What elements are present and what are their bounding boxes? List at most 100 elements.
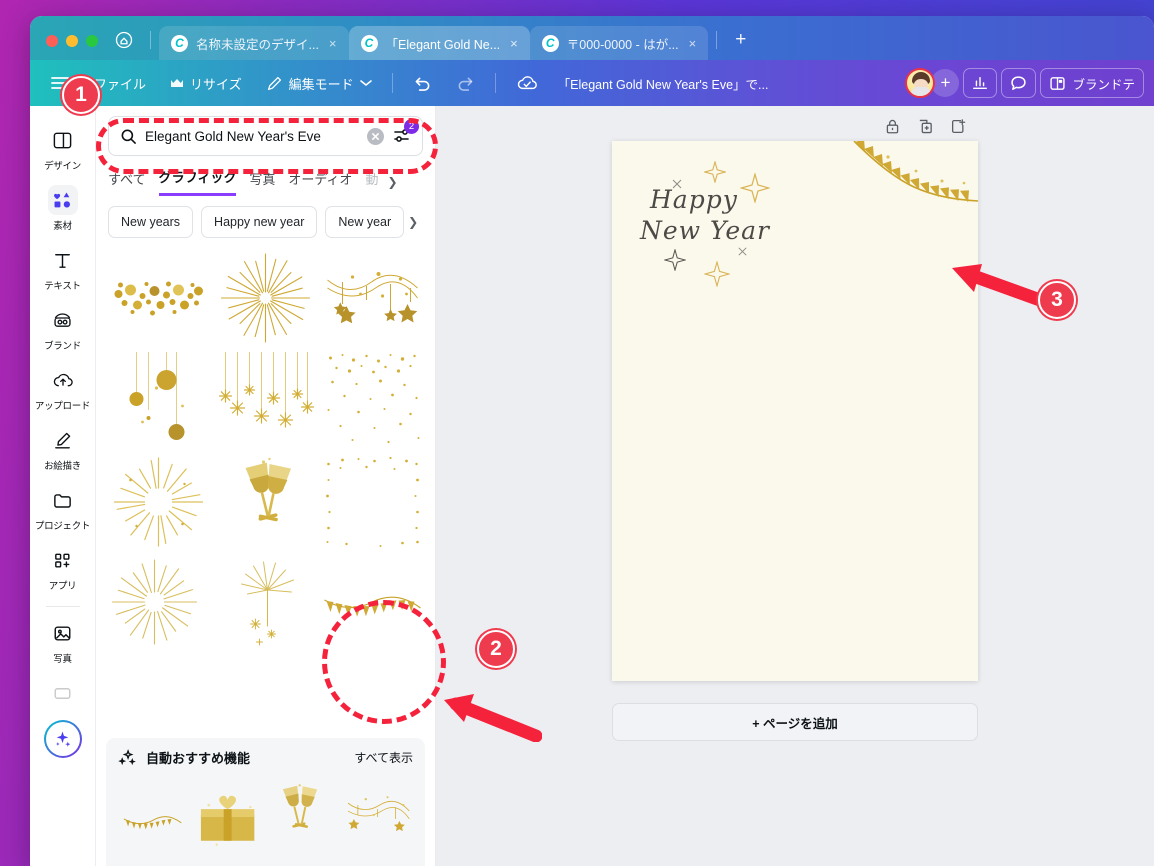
sidebar-item-apps-label: アプリ: [48, 581, 77, 592]
tab-photos[interactable]: 写真: [249, 169, 275, 195]
browser-window: C 名称未設定のデザイ... × C 「Elegant Gold Ne... ×…: [30, 16, 1154, 866]
resize-label: リサイズ: [190, 76, 242, 92]
avatar[interactable]: [905, 68, 936, 98]
cloud-saved-icon: [516, 74, 538, 92]
tab-video[interactable]: 動: [365, 169, 378, 195]
sparkle-icon: [672, 179, 682, 189]
result-gold-hanging-baubles[interactable]: [108, 352, 209, 448]
sidebar-item-draw[interactable]: お絵描き: [34, 418, 92, 478]
comment-button[interactable]: [1001, 68, 1037, 98]
sidebar-item-apps[interactable]: アプリ: [34, 538, 92, 598]
design-page-canvas[interactable]: Happy New Year: [612, 141, 978, 681]
chips-next-icon[interactable]: ❯: [408, 215, 418, 229]
add-collaborator-button[interactable]: +: [931, 69, 960, 97]
window-traffic-lights[interactable]: [38, 35, 110, 60]
new-tab-button[interactable]: +: [725, 29, 756, 60]
reco-gold-bunting-small[interactable]: [118, 779, 187, 851]
chip-new-year[interactable]: New year: [325, 206, 405, 238]
sparkle-icon: [704, 161, 726, 183]
app-body: デザイン 素材 テキスト ブランド アップロード お絵描き プロジェクト アプリ…: [30, 106, 1154, 866]
result-gold-snowflake-strings[interactable]: [215, 352, 316, 448]
app-toolbar: ファイル リサイズ 編集モード 「Elegant Gold New Year's…: [30, 60, 1154, 106]
duplicate-page-icon[interactable]: [917, 118, 934, 135]
auto-recommend-view-all[interactable]: すべて表示: [354, 749, 413, 766]
chip-new-years[interactable]: New years: [108, 206, 194, 238]
browser-tab-1[interactable]: C 名称未設定のデザイ... ×: [159, 26, 349, 60]
add-page-icon[interactable]: [950, 118, 967, 135]
sidebar-item-brand[interactable]: ブランド: [34, 298, 92, 358]
sidebar-item-uploads[interactable]: アップロード: [34, 358, 92, 418]
lock-icon[interactable]: [884, 118, 901, 135]
close-window-button[interactable]: [46, 35, 58, 47]
maximize-window-button[interactable]: [86, 35, 98, 47]
tab-all[interactable]: すべて: [108, 169, 146, 195]
magic-wand-icon: [118, 748, 137, 767]
results-row: [108, 352, 423, 448]
chevron-right-icon[interactable]: ❯: [387, 175, 397, 189]
undo-icon: [413, 75, 432, 92]
filter-sliders-icon[interactable]: 2: [392, 119, 419, 147]
browser-tab-2[interactable]: C 「Elegant Gold Ne... ×: [348, 26, 530, 60]
sidebar-item-videos[interactable]: [34, 671, 92, 714]
sidebar-item-projects[interactable]: プロジェクト: [34, 478, 92, 538]
folder-icon: [48, 485, 78, 515]
reco-gold-star-string-lights[interactable]: [344, 779, 413, 851]
reco-gold-gift-box[interactable]: [193, 779, 262, 851]
sparkle-icon: [738, 247, 747, 256]
browser-tab-1-close-icon[interactable]: ×: [327, 36, 339, 51]
result-gold-firework[interactable]: [215, 556, 316, 652]
result-gold-champagne-toast[interactable]: [215, 454, 316, 550]
annotation-marker-2: 2: [477, 630, 515, 668]
results-row: [108, 556, 423, 652]
text-icon: [48, 245, 78, 275]
clear-x-icon[interactable]: [367, 127, 384, 145]
tab-audio[interactable]: オーディオ: [288, 169, 352, 195]
filter-badge-count: 2: [404, 119, 419, 134]
annotation-arrow-3: [952, 264, 1047, 307]
add-page-button[interactable]: + ページを追加: [612, 703, 978, 741]
tab-graphics[interactable]: グラフィック: [158, 167, 237, 196]
layout-icon: [48, 125, 78, 155]
brand-template-button[interactable]: ブランドテ: [1040, 68, 1144, 98]
cloud-saved-button[interactable]: [506, 68, 548, 98]
annotation-marker-3: 3: [1038, 281, 1076, 319]
result-gold-star-garland[interactable]: [322, 250, 423, 346]
result-gold-confetti-dots[interactable]: [108, 250, 209, 346]
annotation-marker-1: 1: [62, 76, 100, 114]
result-gold-bunting-flags[interactable]: [322, 556, 423, 652]
document-title[interactable]: 「Elegant Gold New Year's Eve」で...: [558, 74, 769, 93]
result-gold-starburst[interactable]: [108, 454, 209, 550]
sparkle-icon: [740, 173, 770, 203]
undo-button[interactable]: [403, 69, 442, 98]
browser-tab-3-close-icon[interactable]: ×: [687, 36, 699, 51]
result-gold-glitter-dust[interactable]: [322, 352, 423, 448]
rail-divider: [45, 606, 80, 607]
reco-gold-champagne-glasses[interactable]: [269, 779, 338, 851]
minimize-window-button[interactable]: [66, 35, 78, 47]
result-gold-sunburst-rays[interactable]: [108, 556, 209, 652]
browser-tab-2-close-icon[interactable]: ×: [508, 36, 520, 51]
redo-button[interactable]: [446, 69, 485, 98]
pencil-icon: [266, 75, 283, 92]
home-icon[interactable]: [112, 28, 136, 52]
comment-icon: [1010, 75, 1027, 92]
sidebar-item-photos-label: 写真: [53, 654, 72, 665]
canva-favicon-icon: C: [541, 34, 559, 52]
sidebar-item-elements-label: 素材: [53, 221, 72, 232]
result-gold-sparkle-border[interactable]: [322, 454, 423, 550]
magic-sparkle-icon[interactable]: [44, 720, 82, 758]
resize-button[interactable]: リサイズ: [160, 68, 252, 99]
result-gold-sunburst[interactable]: [215, 250, 316, 346]
sidebar-item-photos[interactable]: 写真: [34, 611, 92, 671]
sidebar-item-design[interactable]: デザイン: [34, 118, 92, 178]
browser-tab-3[interactable]: C 〒000-0000 - はが... ×: [529, 26, 709, 60]
search-input-value[interactable]: Elegant Gold New Year's Eve: [145, 129, 359, 144]
page-tools: [884, 118, 967, 135]
video-icon: [48, 678, 78, 708]
chip-happy-new-year[interactable]: Happy new year: [201, 206, 318, 238]
sidebar-item-text[interactable]: テキスト: [34, 238, 92, 298]
insights-button[interactable]: [963, 68, 998, 98]
search-input[interactable]: Elegant Gold New Year's Eve 2: [108, 116, 423, 156]
sidebar-item-elements[interactable]: 素材: [34, 178, 92, 238]
edit-mode-button[interactable]: 編集モード: [256, 68, 382, 99]
